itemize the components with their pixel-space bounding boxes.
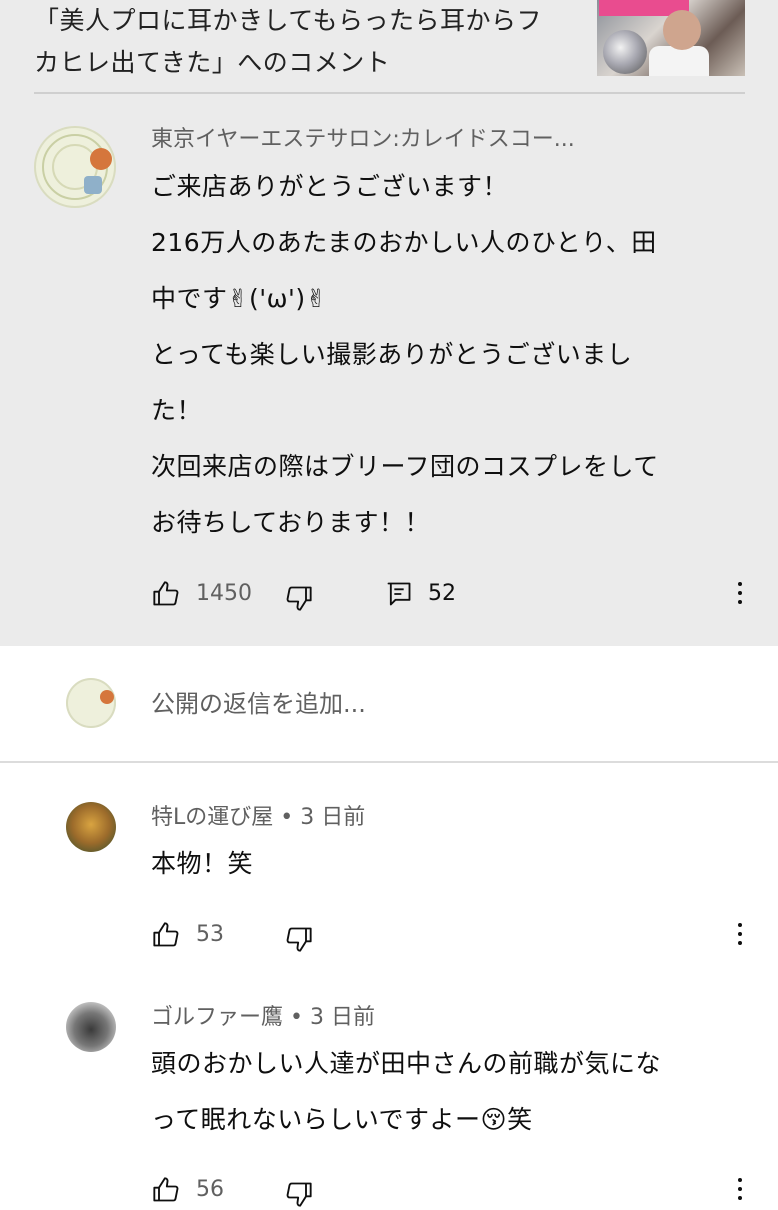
- avatar-flower: [90, 148, 112, 170]
- comment-icon[interactable]: [385, 580, 413, 608]
- thumbnail-person-head: [663, 10, 701, 50]
- reply-line: 本物！笑: [151, 849, 254, 878]
- more-vert-icon[interactable]: [736, 582, 744, 612]
- comment-author[interactable]: 東京イヤーエステサロン:カレイドスコー...: [151, 124, 575, 156]
- channel-avatar[interactable]: [34, 126, 116, 208]
- thumbnail-person-body: [649, 46, 709, 76]
- comment-line: とっても楽しい撮影ありがとうございまし: [151, 340, 633, 369]
- video-thumbnail[interactable]: [597, 0, 745, 76]
- user-avatar: [66, 678, 116, 728]
- thumbnail-earpiece: [603, 30, 647, 74]
- comment-line: 中です✌('ω')✌: [151, 284, 328, 313]
- add-reply-input[interactable]: 公開の返信を追加...: [151, 686, 366, 722]
- highlighted-comment-section: 「美人プロに耳かきしてもらったら耳からフ カヒレ出てきた」へのコメント 東京イヤ…: [0, 0, 778, 646]
- reply-author-avatar[interactable]: [66, 1002, 116, 1052]
- reply-line: って眠れないらしいですよー😚笑: [151, 1105, 533, 1134]
- comment-line: た！: [151, 396, 203, 425]
- thumb-down-icon[interactable]: [285, 925, 313, 953]
- comment-text: ご来店ありがとうございます！ 216万人のあたまのおかしい人のひとり、田 中です…: [151, 159, 741, 551]
- thumb-down-icon[interactable]: [285, 1180, 313, 1208]
- reply-author[interactable]: ゴルファー鷹 • 3 日前: [151, 1002, 375, 1034]
- video-title[interactable]: 「美人プロに耳かきしてもらったら耳からフ カヒレ出てきた」へのコメント: [34, 0, 579, 84]
- comment-line: ご来店ありがとうございます！: [151, 172, 509, 201]
- like-count: 1450: [196, 581, 252, 606]
- reply-author[interactable]: 特Lの運び屋 • 3 日前: [151, 802, 365, 834]
- reply-actions: 53: [0, 915, 778, 955]
- like-count: 53: [196, 922, 224, 947]
- avatar-tile: [84, 176, 102, 194]
- thumb-up-icon[interactable]: [152, 921, 180, 949]
- reply-input-bar: [0, 646, 778, 762]
- avatar-flower: [100, 690, 114, 704]
- reply-count: 52: [428, 581, 456, 606]
- more-vert-icon[interactable]: [736, 923, 744, 953]
- reply-author-avatar[interactable]: [66, 802, 116, 852]
- divider: [34, 92, 745, 94]
- comment-line: 次回来店の際はブリーフ団のコスプレをして: [151, 452, 659, 481]
- video-title-line-2: カヒレ出てきた」へのコメント: [34, 48, 391, 77]
- comment-line: 216万人のあたまのおかしい人のひとり、田: [151, 228, 657, 257]
- video-title-line-1: 「美人プロに耳かきしてもらったら耳からフ: [34, 6, 543, 35]
- reply-line: 頭のおかしい人達が田中さんの前職が気にな: [151, 1049, 662, 1078]
- reply-text: 本物！笑: [151, 836, 751, 892]
- comment-line: お待ちしております！！: [151, 508, 431, 537]
- reply-actions: 56: [0, 1170, 778, 1210]
- thumb-up-icon[interactable]: [152, 580, 180, 608]
- comment-actions: 1450 52: [0, 574, 778, 614]
- more-vert-icon[interactable]: [736, 1178, 744, 1208]
- divider: [0, 761, 778, 763]
- like-count: 56: [196, 1177, 224, 1202]
- reply-text: 頭のおかしい人達が田中さんの前職が気にな って眠れないらしいですよー😚笑: [151, 1036, 751, 1148]
- thumb-down-icon[interactable]: [285, 584, 313, 612]
